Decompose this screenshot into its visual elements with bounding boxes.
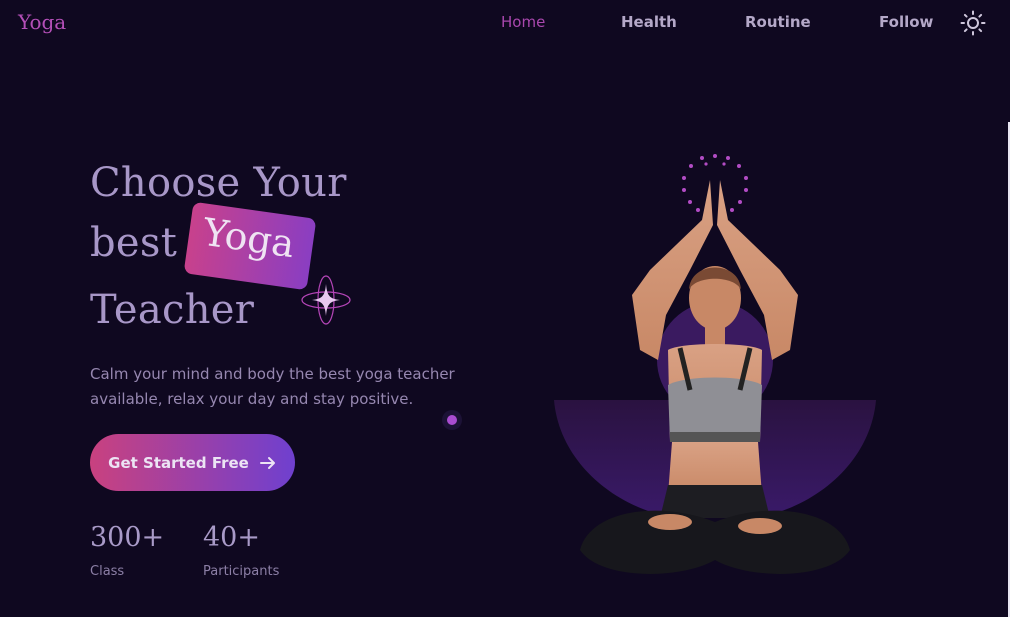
stat-participants-label: Participants — [203, 564, 280, 579]
nav-routine[interactable]: Routine — [745, 13, 811, 31]
stat-participants-value: 40+ — [203, 522, 260, 553]
sun-icon[interactable] — [960, 10, 986, 36]
get-started-label: Get Started Free — [108, 453, 249, 472]
hero-title-line-1: Choose Your — [90, 160, 347, 206]
hero-title-line-2: best — [90, 220, 178, 266]
arrow-right-icon — [259, 456, 275, 469]
decorative-dot — [442, 410, 462, 430]
site-logo[interactable]: Yoga — [18, 10, 66, 34]
yoga-teacher-image — [554, 154, 876, 574]
get-started-button[interactable]: Get Started Free — [90, 434, 295, 491]
nav-home[interactable]: Home — [501, 13, 545, 31]
nav-follow[interactable]: Follow — [879, 13, 933, 31]
stat-class-label: Class — [90, 564, 125, 579]
hero-subtitle: Calm your mind and body the best yoga te… — [90, 365, 455, 408]
nav-health[interactable]: Health — [621, 13, 677, 31]
hero-title-line-3: Teacher — [90, 287, 255, 333]
stat-class-value: 300+ — [90, 522, 165, 553]
sparkle-icon — [301, 275, 351, 325]
